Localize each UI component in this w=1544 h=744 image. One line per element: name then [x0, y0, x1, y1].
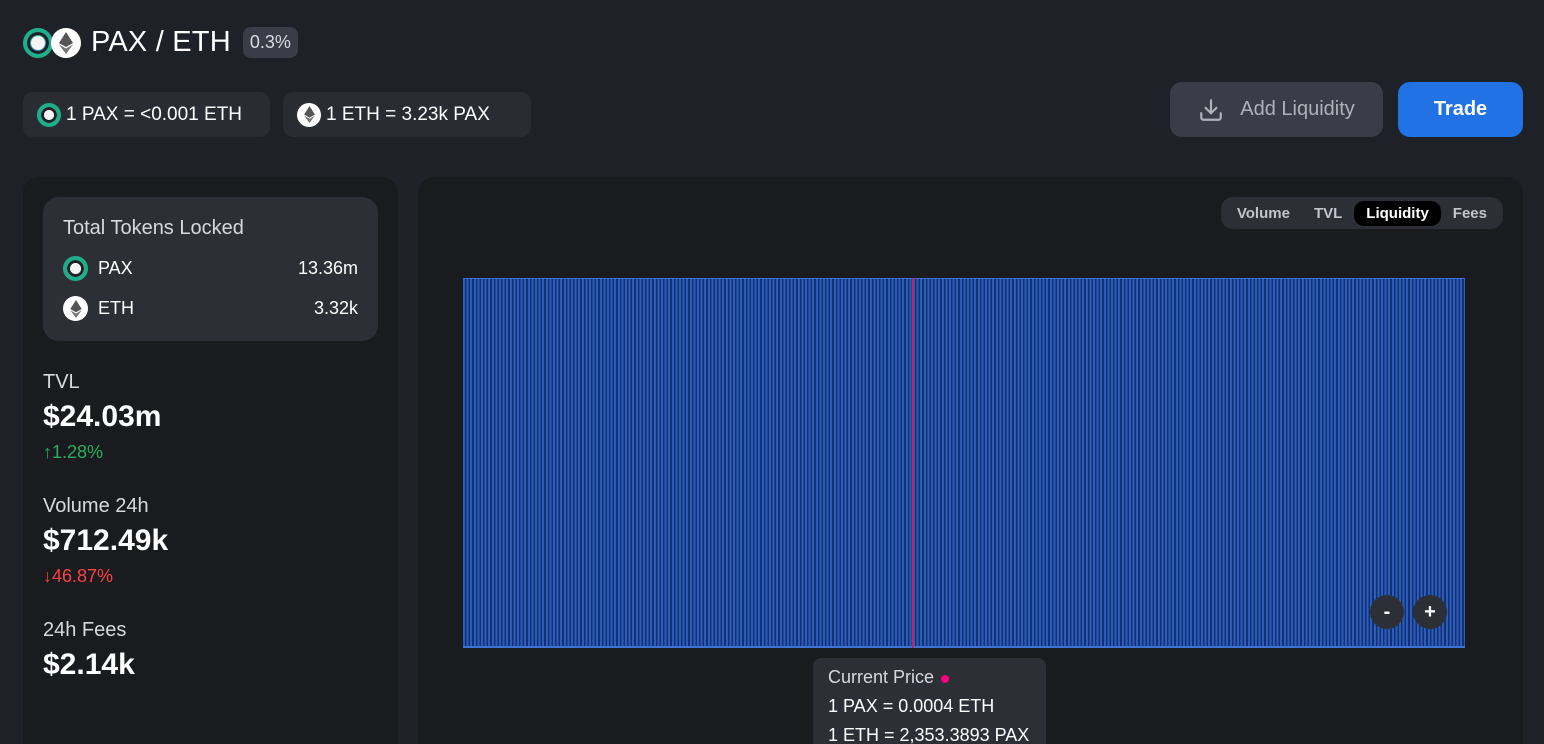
pair-title: PAX / ETH [91, 26, 231, 58]
pair-header: PAX / ETH 0.3% [23, 26, 298, 59]
tooltip-price-pax: 1 PAX = 0.0004 ETH [828, 696, 995, 716]
token-row-pax: PAX 13.36m [63, 256, 358, 281]
add-liquidity-label: Add Liquidity [1240, 98, 1355, 120]
fees-value: $2.14k [43, 648, 135, 681]
rate-eth-pax[interactable]: 1 ETH = 3.23k PAX [283, 92, 531, 137]
download-icon [1200, 98, 1223, 121]
total-tokens-locked-title: Total Tokens Locked [63, 217, 244, 239]
eth-icon [297, 102, 321, 127]
volume-value: $712.49k [43, 524, 169, 557]
current-price-dot-icon [941, 674, 950, 683]
pax-icon [63, 256, 88, 281]
token-symbol: ETH [98, 298, 134, 318]
fee-tier-badge: 0.3% [242, 27, 298, 58]
token-pair-icons [23, 27, 81, 58]
tab-fees[interactable]: Fees [1441, 201, 1499, 226]
fees-label: 24h Fees [43, 619, 127, 641]
tab-tvl[interactable]: TVL [1302, 201, 1354, 226]
chart-tabs: Volume TVL Liquidity Fees [1220, 197, 1503, 229]
arrow-up-icon: ↑ [43, 442, 52, 462]
total-tokens-locked-card: Total Tokens Locked PAX 13.36m ETH 3.32k [43, 197, 378, 341]
eth-icon [51, 27, 81, 58]
chart-panel: Volume TVL Liquidity Fees - + Current Pr… [418, 177, 1523, 744]
arrow-down-icon: ↓ [43, 566, 52, 586]
tvl-value: $24.03m [43, 400, 162, 433]
tooltip-price-eth: 1 ETH = 2,353.3893 PAX [828, 725, 1030, 744]
rate-eth-pax-label: 1 ETH = 3.23k PAX [326, 103, 490, 125]
trade-button[interactable]: Trade [1398, 82, 1523, 137]
current-price-tooltip: Current Price 1 PAX = 0.0004 ETH 1 ETH =… [813, 658, 1046, 744]
pax-icon [37, 102, 61, 127]
rate-pax-eth[interactable]: 1 PAX = <0.001 ETH [23, 92, 270, 137]
tvl-label: TVL [43, 371, 80, 393]
token-row-eth: ETH 3.32k [63, 296, 358, 321]
volume-change-value: 46.87% [52, 566, 114, 586]
current-price-line [912, 278, 914, 648]
tab-liquidity[interactable]: Liquidity [1354, 200, 1441, 226]
zoom-out-button[interactable]: - [1370, 595, 1404, 629]
tvl-change-value: 1.28% [52, 442, 104, 462]
stats-panel: Total Tokens Locked PAX 13.36m ETH 3.32k… [23, 177, 398, 744]
volume-change: ↓46.87% [43, 566, 113, 587]
volume-label: Volume 24h [43, 495, 149, 517]
token-symbol: PAX [98, 258, 133, 278]
eth-icon [63, 296, 88, 321]
token-amount: 13.36m [297, 258, 358, 278]
zoom-in-button[interactable]: + [1413, 595, 1447, 629]
token-amount: 3.32k [313, 298, 358, 318]
pax-icon [23, 27, 53, 58]
rate-pax-eth-label: 1 PAX = <0.001 ETH [66, 103, 243, 125]
add-liquidity-button[interactable]: Add Liquidity [1170, 82, 1383, 137]
liquidity-depth-chart[interactable] [463, 278, 1465, 648]
tab-volume[interactable]: Volume [1225, 201, 1302, 226]
tooltip-title: Current Price [828, 667, 1031, 688]
tooltip-title-label: Current Price [828, 667, 935, 687]
tvl-change: ↑1.28% [43, 442, 103, 463]
